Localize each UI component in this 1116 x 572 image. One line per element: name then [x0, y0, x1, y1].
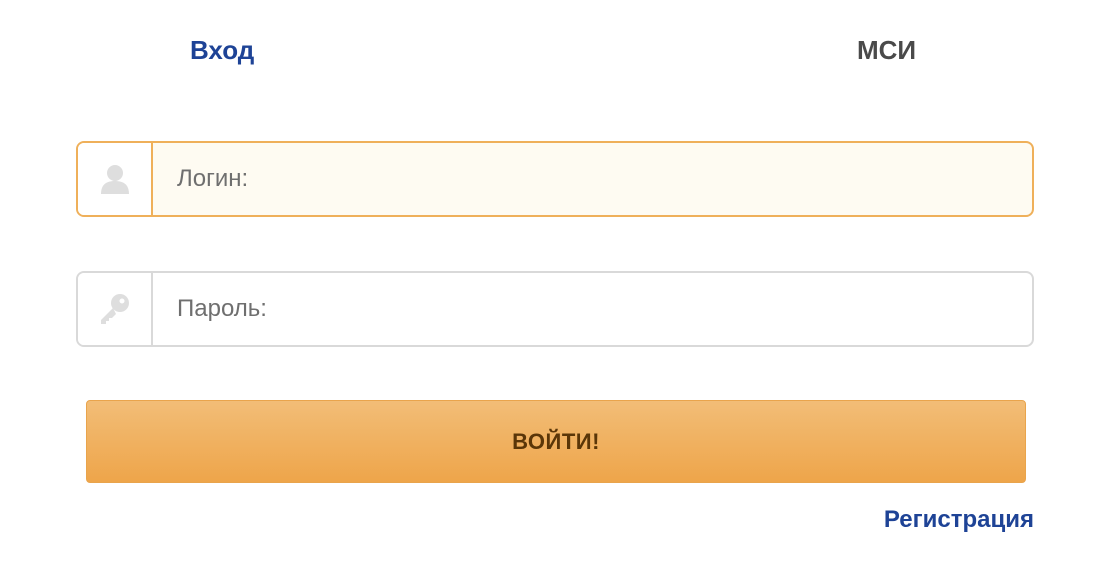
password-input[interactable] — [153, 273, 1032, 345]
key-icon — [78, 273, 153, 345]
password-field — [76, 271, 1034, 347]
tab-login[interactable]: Вход — [190, 32, 254, 68]
submit-button[interactable]: ВОЙТИ! — [86, 400, 1026, 483]
register-link[interactable]: Регистрация — [884, 506, 1034, 534]
login-field — [76, 141, 1034, 217]
tab-bar: Вход МСИ — [0, 0, 1116, 100]
login-page: Вход МСИ ВОЙТИ! Регистрация — [0, 0, 1116, 572]
login-input[interactable] — [153, 143, 1032, 215]
user-icon — [78, 143, 153, 215]
tab-msi[interactable]: МСИ — [857, 32, 916, 68]
